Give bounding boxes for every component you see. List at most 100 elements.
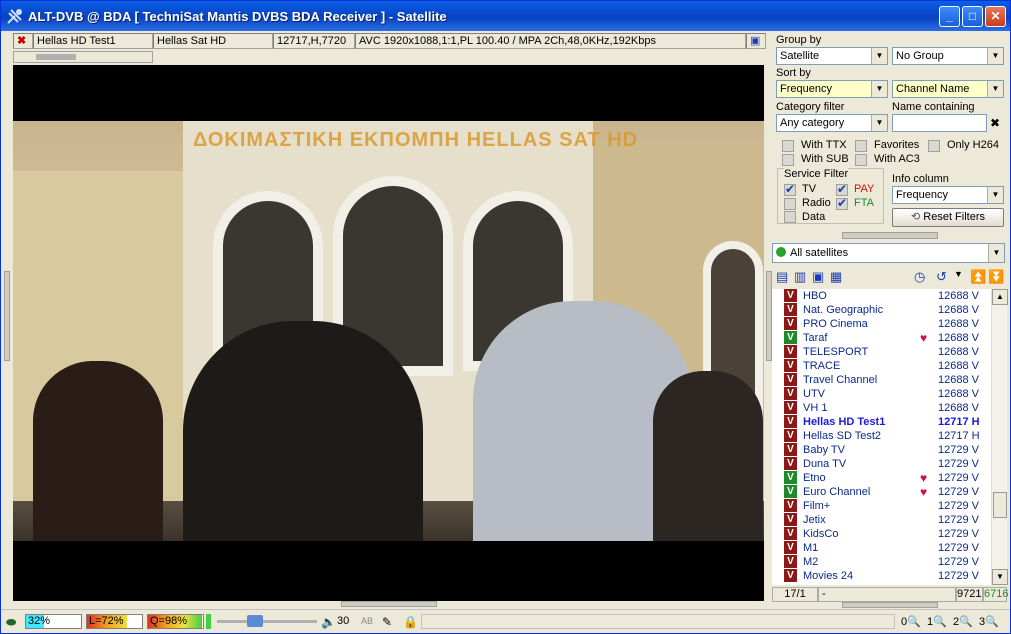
data-checkbox[interactable] <box>784 211 796 223</box>
only-h264-checkbox[interactable] <box>928 140 940 152</box>
export-icon[interactable]: ▣ <box>812 269 824 285</box>
chevron-down-icon: ▼ <box>871 48 887 64</box>
info-satellite: Hellas Sat HD <box>153 33 273 49</box>
lock-icon[interactable]: 🔒 <box>403 615 418 629</box>
channel-row[interactable]: V Movies 24 12729 V <box>772 569 991 583</box>
volume-slider[interactable] <box>217 615 317 627</box>
reset-filters-label: Reset Filters <box>923 211 986 223</box>
video-panel: ✖ Hellas HD Test1 Hellas Sat HD 12717,H,… <box>13 31 766 601</box>
move-down-icon[interactable]: ⏬ <box>988 269 1004 285</box>
channel-row[interactable]: V Baby TV 12729 V <box>772 443 991 457</box>
channel-row[interactable]: V M2 12729 V <box>772 555 991 569</box>
video-service-icon: V <box>784 555 797 568</box>
satellite-select[interactable]: All satellites ▼ <box>772 243 1005 263</box>
clear-icon[interactable]: ✖ <box>990 116 1000 130</box>
channel-row[interactable]: V Travel Channel 12688 V <box>772 373 991 387</box>
title-bar[interactable]: ALT-DVB @ BDA [ TechniSat Mantis DVBS BD… <box>1 1 1010 31</box>
favorites-checkbox[interactable] <box>855 140 867 152</box>
info-column-value: Frequency <box>896 189 948 201</box>
speaker-icon[interactable]: 🔈 <box>321 615 336 629</box>
channel-row[interactable]: V Jetix 12729 V <box>772 513 991 527</box>
ab-icon[interactable]: AB <box>361 616 373 626</box>
undo-icon[interactable]: ↺ <box>936 269 947 285</box>
radio-checkbox[interactable] <box>784 198 796 210</box>
fta-checkbox[interactable] <box>836 196 848 210</box>
video-service-icon: V <box>784 387 797 400</box>
tv-checkbox[interactable] <box>784 182 796 196</box>
video-service-icon: V <box>784 359 797 372</box>
scroll-down-icon[interactable]: ▼ <box>992 569 1008 585</box>
channel-row[interactable]: V Etno ♥ 12729 V <box>772 471 991 485</box>
with-sub-checkbox[interactable] <box>782 154 794 166</box>
heart-icon: ♥ <box>920 471 928 485</box>
channel-frequency: 12688 V <box>938 402 979 414</box>
record-icon[interactable]: ✎ <box>382 615 392 629</box>
stop-icon[interactable]: ✖ <box>13 33 33 49</box>
zoom-3-button[interactable]: 3🔍 <box>979 615 999 628</box>
info-bar: ✖ Hellas HD Test1 Hellas Sat HD 12717,H,… <box>13 33 766 49</box>
channel-row[interactable]: V Taraf ♥ 12688 V <box>772 331 991 345</box>
chevron-down-icon[interactable]: ▼ <box>954 269 963 279</box>
channel-name: M2 <box>803 556 819 568</box>
with-ac3-checkbox[interactable] <box>855 154 867 166</box>
video-service-icon: V <box>784 289 797 302</box>
zoom-1-button[interactable]: 1🔍 <box>927 615 947 628</box>
channel-row[interactable]: V TELESPORT 12688 V <box>772 345 991 359</box>
sort-by-select[interactable]: Frequency ▼ <box>776 80 888 98</box>
fullscreen-icon[interactable]: ▣ <box>746 33 766 49</box>
with-sub-label: With SUB <box>801 153 849 165</box>
zoom-icon: 🔍 <box>985 616 999 628</box>
name-containing-input[interactable] <box>892 114 987 132</box>
scroll-thumb[interactable] <box>993 492 1007 518</box>
with-ttx-label: With TTX <box>801 139 847 151</box>
channel-row[interactable]: V KidsCo 12729 V <box>772 527 991 541</box>
pay-label: PAY <box>854 183 875 195</box>
minimize-button[interactable]: _ <box>939 6 960 27</box>
close-button[interactable]: ✕ <box>985 6 1006 27</box>
move-up-icon[interactable]: ⏫ <box>970 269 986 285</box>
main-window: ALT-DVB @ BDA [ TechniSat Mantis DVBS BD… <box>0 0 1011 634</box>
sort-secondary-select[interactable]: Channel Name ▼ <box>892 80 1004 98</box>
channel-row[interactable]: V Hellas SD Test2 12717 H <box>772 429 991 443</box>
pay-checkbox[interactable] <box>836 182 848 196</box>
clock-icon[interactable]: ◷ <box>914 269 925 285</box>
category-select[interactable]: Any category ▼ <box>776 114 888 132</box>
details-view-icon[interactable]: ▥ <box>794 269 806 285</box>
channel-row[interactable]: V TRACE 12688 V <box>772 359 991 373</box>
channel-list-scrollbar[interactable]: ▲ ▼ <box>991 289 1008 585</box>
radio-label: Radio <box>802 197 831 209</box>
channel-row[interactable]: V UTV 12688 V <box>772 387 991 401</box>
volume-thumb[interactable] <box>247 615 263 627</box>
fta-label: FTA <box>854 197 874 209</box>
channel-name: PRO Cinema <box>803 318 868 330</box>
channel-row[interactable]: V Hellas HD Test1 12717 H <box>772 415 991 429</box>
channel-row[interactable]: V PRO Cinema 12688 V <box>772 317 991 331</box>
reset-filters-button[interactable]: ⟲ Reset Filters <box>892 208 1004 227</box>
scroll-up-icon[interactable]: ▲ <box>992 289 1008 305</box>
column-icon[interactable]: ▦ <box>830 269 842 285</box>
maximize-button[interactable]: □ <box>962 6 983 27</box>
zoom-2-button[interactable]: 2🔍 <box>953 615 973 628</box>
channel-row[interactable]: V Film+ 12729 V <box>772 499 991 513</box>
channel-list[interactable]: V HBO 12688 V V Nat. Geographic 12688 V V PRO C… <box>772 289 991 585</box>
channel-row[interactable]: V Duna TV 12729 V <box>772 457 991 471</box>
video-area[interactable]: ΔΟΚΙΜΑΣΤΙΚΗ ΕΚΠΟΜΠΗ HELLAS SAT HD <box>13 65 764 601</box>
channel-row[interactable]: V VH 1 12688 V <box>772 401 991 415</box>
group-secondary-select[interactable]: No Group ▼ <box>892 47 1004 65</box>
list-view-icon[interactable]: ▤ <box>776 269 788 285</box>
channel-row[interactable]: V Nat. Geographic 12688 V <box>772 303 991 317</box>
channel-row[interactable]: V Euro Channel ♥ 12729 V <box>772 485 991 499</box>
status-bar: ⬬ 32% L=72% Q=98% 🔈 30 AB ✎ 🔒 0🔍 1🔍 2🔍 3… <box>1 609 1010 633</box>
left-splitter[interactable] <box>4 271 10 361</box>
info-column-select[interactable]: Frequency ▼ <box>892 186 1004 204</box>
group-by-select[interactable]: Satellite ▼ <box>776 47 888 65</box>
channel-frequency: 12729 V <box>938 542 979 554</box>
channel-row[interactable]: V HBO 12688 V <box>772 289 991 303</box>
with-ttx-checkbox[interactable] <box>782 140 794 152</box>
list-collapse-handle[interactable] <box>842 602 938 608</box>
video-collapse-handle[interactable] <box>341 601 437 607</box>
zoom-0-button[interactable]: 0🔍 <box>901 615 921 628</box>
channel-row[interactable]: V M1 12729 V <box>772 541 991 555</box>
channel-name: Nat. Geographic <box>803 304 884 316</box>
filters-collapse-handle[interactable] <box>842 232 938 239</box>
